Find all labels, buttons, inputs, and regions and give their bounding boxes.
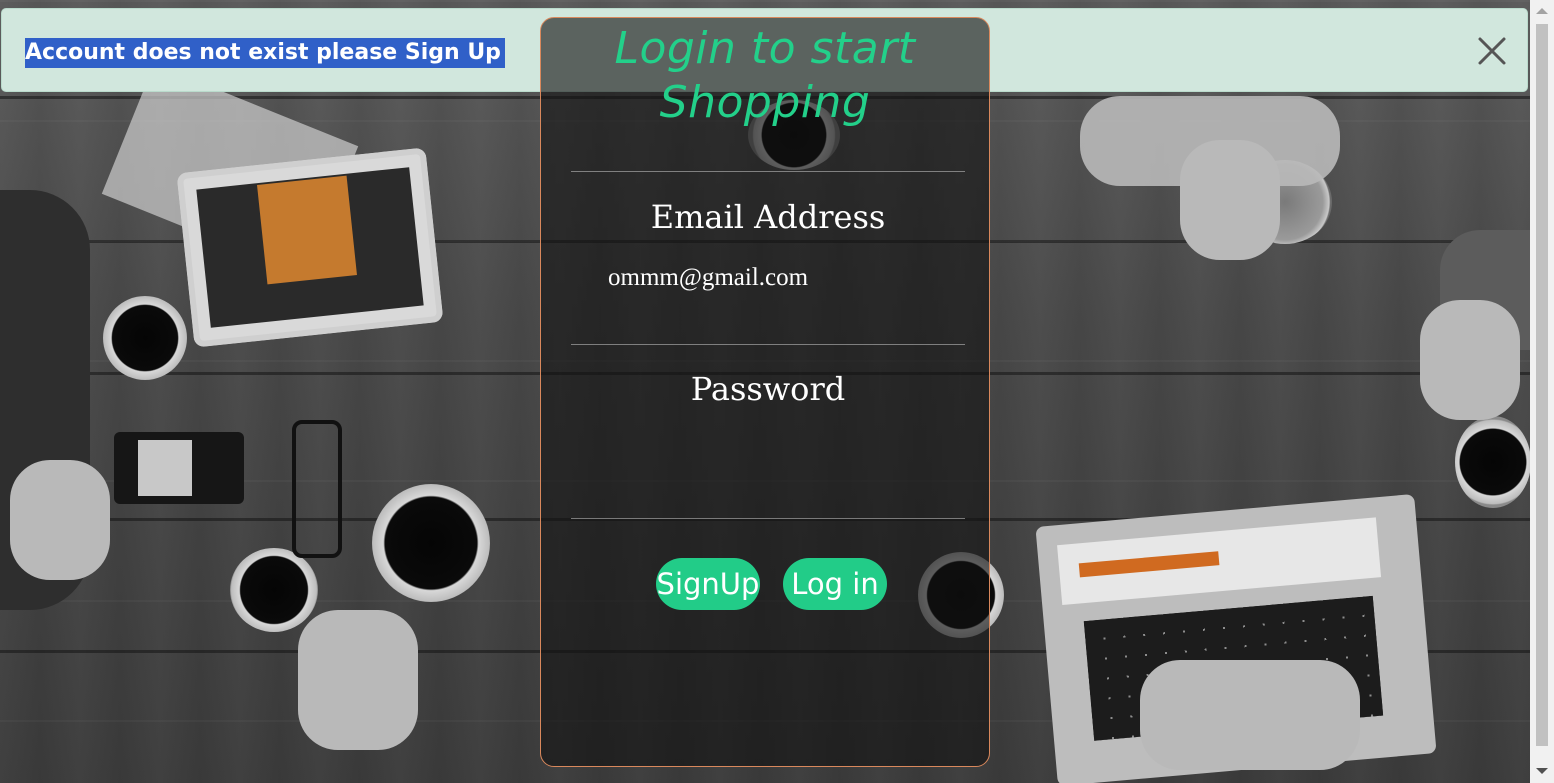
scroll-thumb[interactable] xyxy=(1536,24,1548,746)
scroll-up-arrow-icon[interactable] xyxy=(1536,8,1548,14)
login-button[interactable]: Log in xyxy=(783,558,887,610)
login-page: Account does not exist please Sign Up Lo… xyxy=(0,0,1554,783)
close-icon[interactable] xyxy=(1476,34,1508,68)
divider xyxy=(571,171,965,172)
alert-message: Account does not exist please Sign Up xyxy=(25,38,505,68)
divider xyxy=(571,518,965,519)
password-label: Password xyxy=(690,370,846,408)
signup-button[interactable]: SignUp xyxy=(656,558,760,610)
password-field[interactable] xyxy=(598,432,938,472)
email-field[interactable] xyxy=(598,258,938,298)
login-title: Login to start Shopping xyxy=(614,23,916,128)
divider xyxy=(571,344,965,345)
scroll-down-arrow-icon[interactable] xyxy=(1536,768,1548,774)
email-label: Email Address xyxy=(650,198,886,236)
